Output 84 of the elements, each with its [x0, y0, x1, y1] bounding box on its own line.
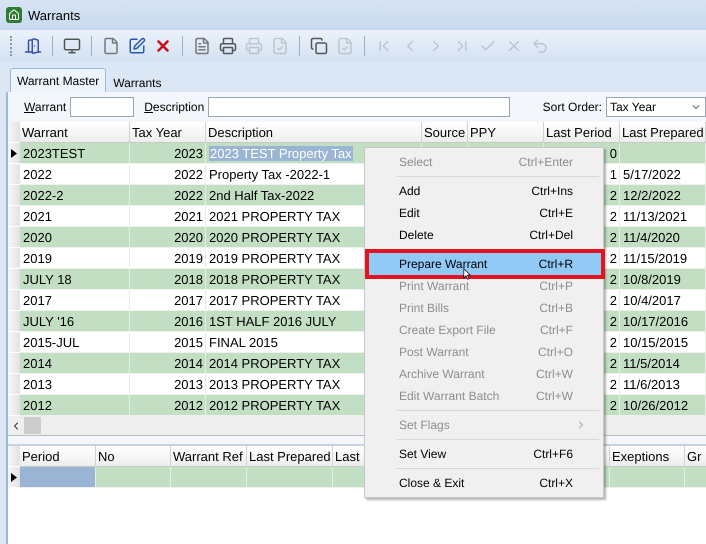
document-check-icon: [336, 37, 354, 55]
table-cell: 2013: [20, 374, 130, 395]
column-header[interactable]: Description: [206, 122, 422, 143]
table-cell: 10/4/2017: [620, 290, 706, 311]
document-check-icon: [271, 37, 289, 55]
menu-item[interactable]: Set View Ctrl+F6: [367, 443, 601, 465]
scroll-thumb[interactable]: [24, 417, 41, 434]
table-cell: 2022-2: [20, 185, 130, 206]
field-label: Sort Order:: [542, 100, 602, 114]
table-cell: 11/15/2019: [620, 248, 706, 269]
column-header[interactable]: Gr: [685, 446, 706, 467]
table-cell: 2021: [130, 206, 206, 227]
field-label: Description: [144, 100, 204, 114]
table-cell: 10/8/2019: [620, 269, 706, 290]
table-cell: 11/13/2021: [620, 206, 706, 227]
column-header[interactable]: No: [96, 446, 171, 467]
table-cell: 2016: [130, 311, 206, 332]
printer-icon: [219, 37, 237, 55]
table-cell: 2017: [130, 290, 206, 311]
warrant-input[interactable]: [70, 97, 134, 117]
column-header[interactable]: Source: [422, 122, 468, 143]
column-header[interactable]: Warrant Ref: [171, 446, 247, 467]
sort-order-dropdown[interactable]: Tax Year: [606, 97, 706, 117]
copy-icon: [310, 37, 328, 55]
edit-icon: [128, 37, 146, 55]
row-header[interactable]: [8, 467, 20, 488]
table-cell: 10/17/2016: [620, 311, 706, 332]
delete-icon: [154, 37, 172, 55]
table-cell: 2020: [130, 227, 206, 248]
description-input[interactable]: [208, 97, 510, 117]
table-cell: 2019: [130, 248, 206, 269]
column-header[interactable]: Last Period: [544, 122, 620, 143]
monitor-icon: [63, 37, 81, 55]
column-header[interactable]: Period: [20, 446, 96, 467]
table-cell: 2012: [130, 395, 206, 416]
tab[interactable]: Warrants: [106, 72, 168, 92]
window-title: Warrants: [28, 8, 80, 22]
mouse-pointer-icon: [463, 268, 471, 280]
column-header[interactable]: Last Prepared: [620, 122, 706, 143]
tab[interactable]: Warrant Master: [10, 68, 106, 92]
table-cell: 2023TEST: [20, 143, 130, 164]
table-cell: JULY '16: [20, 311, 130, 332]
new-document-icon: [102, 37, 120, 55]
table-cell: 12/2/2022: [620, 185, 706, 206]
menu-item[interactable]: Close & Exit Ctrl+X: [367, 472, 601, 494]
table-cell: 2019: [20, 248, 130, 269]
table-cell: 11/5/2014: [620, 353, 706, 374]
printer-icon: [245, 37, 263, 55]
app-house-icon: [6, 7, 22, 23]
column-header[interactable]: Warrant: [20, 122, 130, 143]
table-cell: 2012: [20, 395, 130, 416]
table-cell: 2021: [20, 206, 130, 227]
column-header[interactable]: Exeptions: [610, 446, 685, 467]
table-cell: 10/26/2012: [620, 395, 706, 416]
table-cell: 2022: [20, 164, 130, 185]
current-row-icon: [11, 148, 17, 158]
exit-door-button[interactable]: [22, 35, 44, 57]
table-cell: 11/4/2020: [620, 227, 706, 248]
table-cell: 2020: [20, 227, 130, 248]
table-cell: 2014: [20, 353, 130, 374]
table-cell: 5/17/2022: [620, 164, 706, 185]
table-cell: 2015: [130, 332, 206, 353]
field-label: Warrant: [24, 100, 66, 114]
document-list-icon: [193, 37, 211, 55]
table-cell: 10/15/2015: [620, 332, 706, 353]
copy-button[interactable]: [308, 35, 330, 57]
table-cell: 2018: [130, 269, 206, 290]
table-cell: 2022: [130, 185, 206, 206]
column-header[interactable]: Last Prepared: [247, 446, 333, 467]
table-cell: JULY 18: [20, 269, 130, 290]
column-header[interactable]: Tax Year: [130, 122, 206, 143]
table-cell: 2022: [130, 164, 206, 185]
table-cell: 2014: [130, 353, 206, 374]
undo-icon: [531, 37, 549, 55]
column-header[interactable]: PPY: [468, 122, 544, 143]
current-row-icon: [11, 472, 17, 482]
table-cell: 11/6/2013: [620, 374, 706, 395]
printer-button[interactable]: [217, 35, 239, 57]
row-header[interactable]: [8, 143, 20, 164]
table-cell: 2017: [20, 290, 130, 311]
table-cell: 2015-JUL: [20, 332, 130, 353]
exit-door-icon: [24, 37, 42, 55]
table-cell: 2023: [130, 143, 206, 164]
table-cell: 2013: [130, 374, 206, 395]
